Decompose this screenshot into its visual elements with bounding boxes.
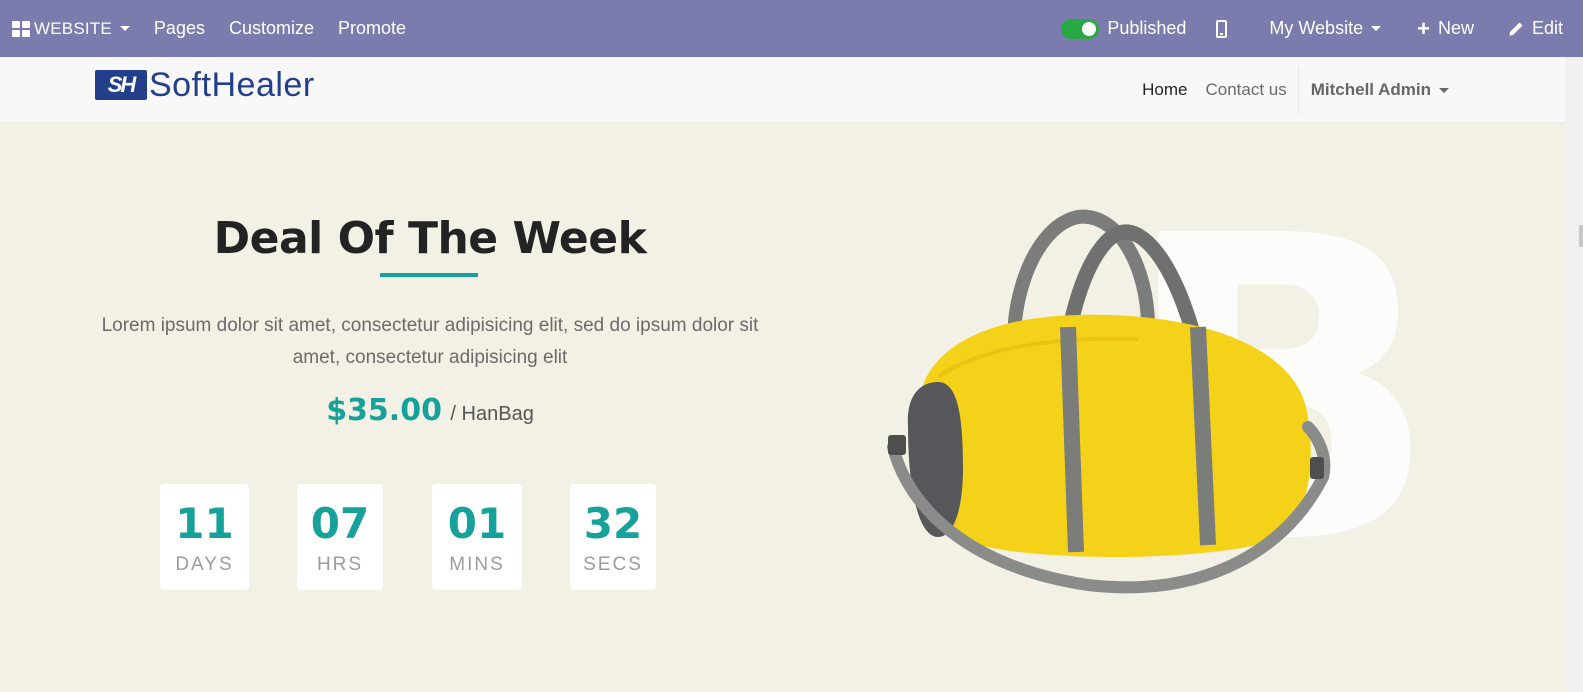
pencil-icon <box>1508 21 1524 37</box>
chevron-down-icon <box>1439 87 1449 93</box>
scrollbar-thumb[interactable] <box>1579 225 1583 247</box>
price-row: $35.00 / HanBag <box>0 393 860 428</box>
apps-grid-icon <box>12 20 30 37</box>
new-label: New <box>1437 18 1474 38</box>
site-header: SH SoftHealer Home Contact us Mitchell A… <box>0 57 1565 123</box>
my-website-label: My Website <box>1269 18 1364 38</box>
main-nav: Home Contact us Mitchell Admin <box>1133 57 1459 123</box>
promote-menu[interactable]: Promote <box>326 0 418 57</box>
deal-description: Lorem ipsum dolor sit amet, consectetur … <box>101 315 759 368</box>
nav-home[interactable]: Home <box>1133 80 1196 100</box>
countdown-label: SECS <box>583 554 643 575</box>
page-scrollbar[interactable] <box>1565 57 1583 692</box>
countdown-seconds: 32 SECS <box>570 484 656 590</box>
nav-contact-us[interactable]: Contact us <box>1196 80 1295 100</box>
chevron-down-icon <box>119 26 130 31</box>
pages-menu[interactable]: Pages <box>142 0 217 57</box>
countdown-value: 01 <box>447 499 507 548</box>
countdown-label: HRS <box>316 554 364 575</box>
logo-mark-icon: SH <box>95 70 147 100</box>
published-toggle[interactable]: Published <box>1049 0 1204 57</box>
deal-of-the-week-section: B Deal Of The Week Lorem ipsum dolor sit… <box>0 123 1565 692</box>
nav-divider <box>1297 66 1299 114</box>
mobile-icon <box>1216 19 1228 38</box>
deal-price: $35.00 <box>326 393 442 428</box>
website-menu[interactable]: WEBSITE <box>0 0 142 57</box>
countdown-value: 07 <box>310 499 370 548</box>
new-button[interactable]: + New <box>1405 0 1496 57</box>
user-name: Mitchell Admin <box>1310 80 1431 99</box>
my-website-menu[interactable]: My Website <box>1257 0 1405 57</box>
plus-icon: + <box>1417 15 1430 41</box>
toggle-switch-icon <box>1061 18 1100 39</box>
countdown-hours: 07 HRS <box>297 484 383 590</box>
customize-menu[interactable]: Customize <box>217 0 326 57</box>
mobile-preview-button[interactable] <box>1204 0 1257 57</box>
published-label: Published <box>1107 18 1187 38</box>
title-underline <box>380 273 478 277</box>
edit-label: Edit <box>1531 18 1563 38</box>
countdown-minutes: 01 MINS <box>432 484 522 590</box>
countdown-label: DAYS <box>175 554 234 575</box>
website-admin-bar: WEBSITE Pages Customize Promote Publishe… <box>0 0 1583 57</box>
site-logo[interactable]: SH SoftHealer <box>95 66 315 104</box>
website-menu-label: WEBSITE <box>34 18 112 38</box>
countdown-days: 11 DAYS <box>160 484 249 590</box>
user-menu[interactable]: Mitchell Admin <box>1301 80 1459 100</box>
logo-text: SoftHealer <box>149 65 315 104</box>
edit-button[interactable]: Edit <box>1495 0 1583 57</box>
countdown-label: MINS <box>449 554 505 575</box>
countdown-value: 32 <box>583 499 643 548</box>
product-bag-image <box>887 209 1331 594</box>
price-unit: / HanBag <box>450 403 534 425</box>
chevron-down-icon <box>1371 26 1382 31</box>
countdown-value: 11 <box>175 499 234 548</box>
deal-title: Deal Of The Week <box>213 213 647 264</box>
